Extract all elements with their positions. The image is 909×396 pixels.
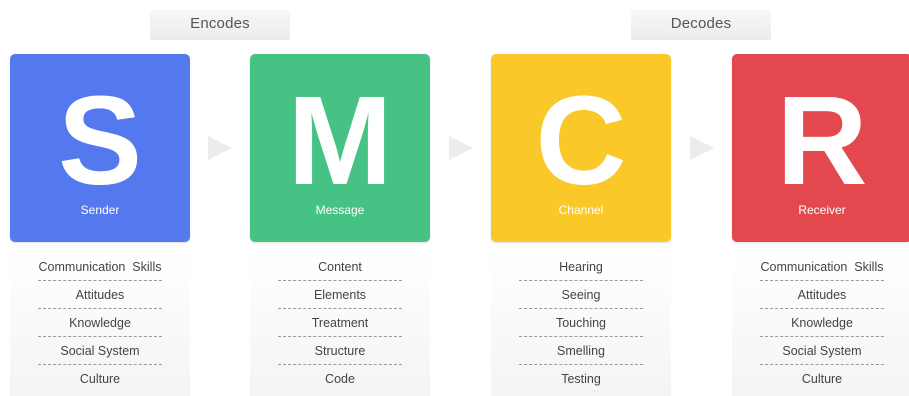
list-item: Knowledge: [10, 309, 190, 337]
decodes-label: Decodes: [631, 10, 771, 40]
list-item: Culture: [79, 372, 121, 386]
list-item: Code: [325, 372, 355, 386]
arrow-right-icon: [449, 136, 473, 160]
list-item: Seeing: [491, 281, 671, 309]
sender-letter: S: [57, 70, 143, 211]
list-item: Culture: [801, 372, 843, 386]
encodes-label: Encodes: [150, 10, 290, 40]
list-item: Communication Skills: [10, 253, 190, 281]
receiver-letter: R: [776, 70, 868, 211]
sender-label: Sender: [80, 203, 120, 217]
list-item: Knowledge: [732, 309, 909, 337]
receiver-attributes-list: Communication Skills Attitudes Knowledge…: [732, 252, 909, 396]
channel-letter: C: [535, 70, 627, 211]
list-item: Structure: [250, 337, 430, 365]
list-item: Social System: [732, 337, 909, 365]
list-item: Attitudes: [10, 281, 190, 309]
message-letter: M: [287, 70, 393, 211]
list-item: Elements: [250, 281, 430, 309]
arrow-right-icon: [690, 136, 714, 160]
message-label: Message: [315, 203, 365, 217]
sender-card: S Sender: [10, 54, 190, 242]
list-item: Content: [250, 253, 430, 281]
list-item: Smelling: [491, 337, 671, 365]
list-item: Attitudes: [732, 281, 909, 309]
message-attributes-list: Content Elements Treatment Structure Cod…: [250, 252, 430, 396]
receiver-label: Receiver: [798, 203, 846, 217]
sender-attributes-list: Communication Skills Attitudes Knowledge…: [10, 252, 190, 396]
channel-attributes-list: Hearing Seeing Touching Smelling Testing: [491, 252, 671, 396]
arrow-right-icon: [208, 136, 232, 160]
list-item: Treatment: [250, 309, 430, 337]
list-item: Hearing: [491, 253, 671, 281]
list-item: Touching: [491, 309, 671, 337]
message-card: M Message: [250, 54, 430, 242]
list-item: Social System: [10, 337, 190, 365]
list-item: Communication Skills: [732, 253, 909, 281]
receiver-card: R Receiver: [732, 54, 909, 242]
channel-card: C Channel: [491, 54, 671, 242]
channel-label: Channel: [558, 203, 604, 217]
list-item: Testing: [561, 372, 601, 386]
